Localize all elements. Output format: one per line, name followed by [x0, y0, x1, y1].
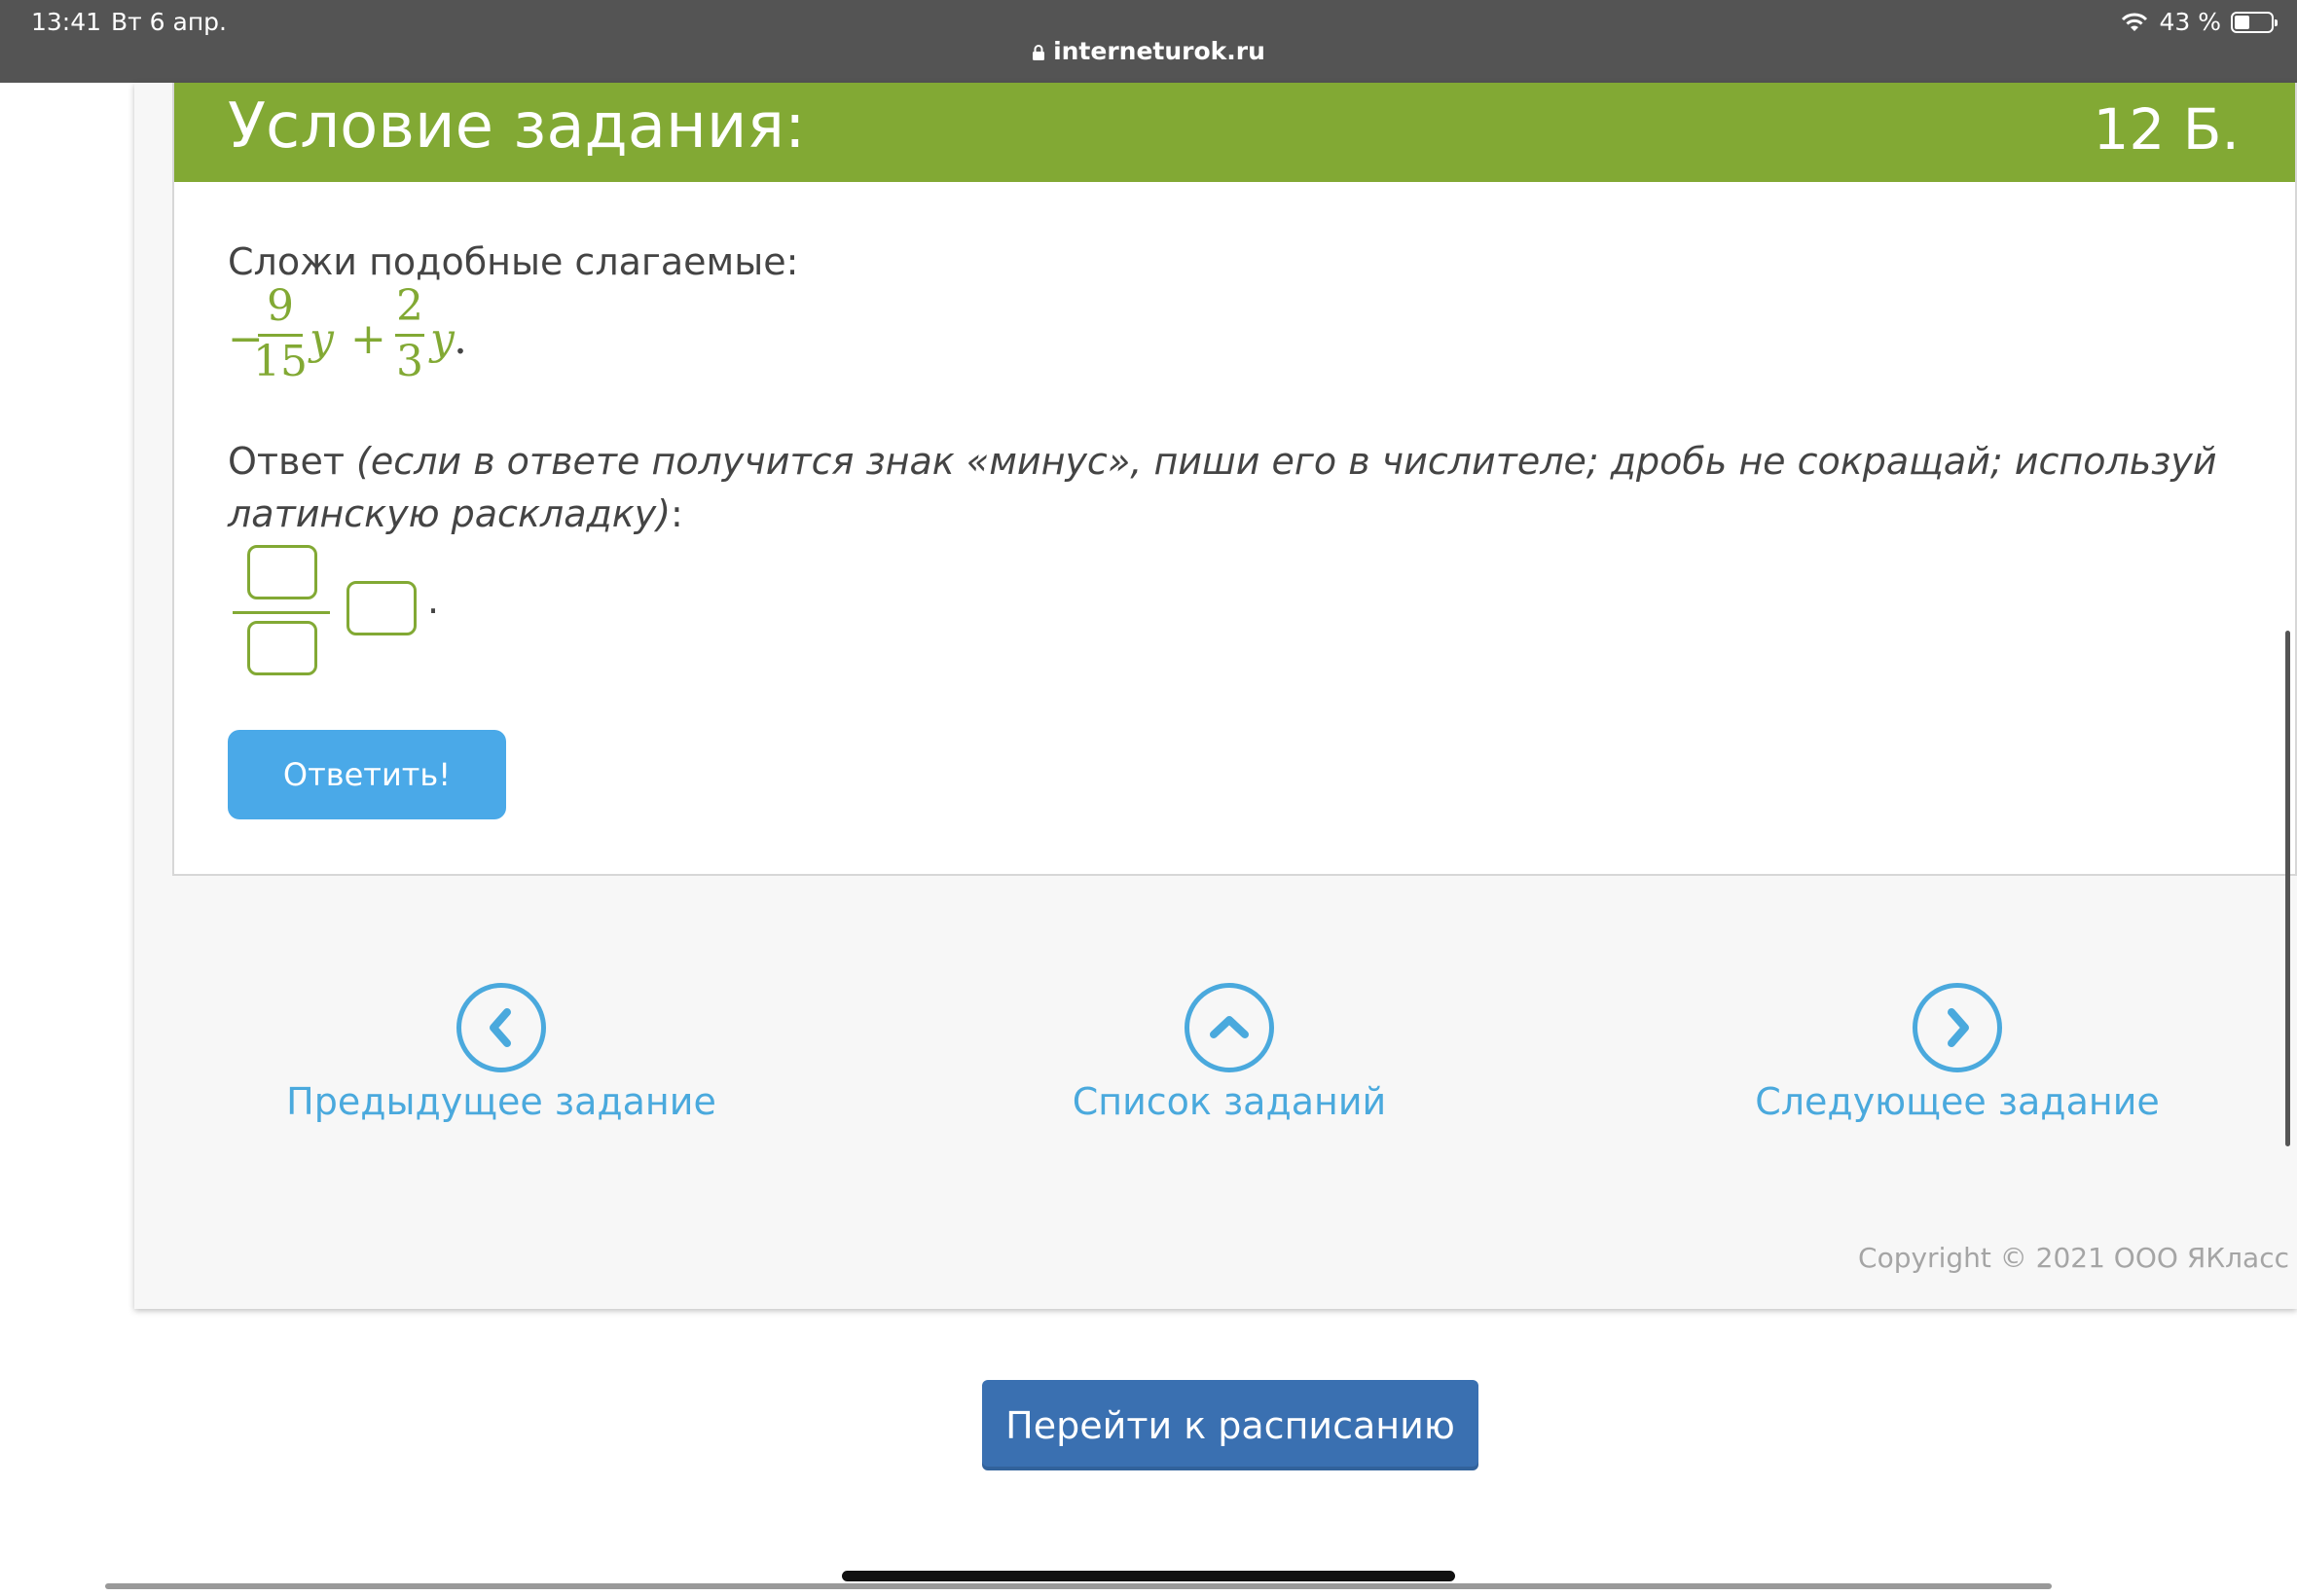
horizontal-scrollbar[interactable] [105, 1583, 2052, 1589]
answer-instructions: Ответ (если в ответе получится знак «мин… [228, 435, 2281, 540]
answer-hint-text: (если в ответе получится знак «минус», п… [228, 440, 2217, 535]
fraction-1-denominator: 15 [253, 337, 308, 386]
home-indicator[interactable] [842, 1571, 1455, 1581]
formula-variable-1: y [310, 314, 334, 364]
task-score: 12 Б. [2093, 96, 2240, 163]
formula-fraction-1: 9 15 [253, 285, 308, 383]
formula-period: . [454, 314, 467, 364]
chevron-up-icon [1210, 1016, 1249, 1038]
battery-percent: 43 % [2159, 8, 2221, 36]
denominator-input[interactable] [247, 621, 317, 675]
task-prompt: Сложи подобные слагаемые: [228, 240, 799, 283]
fraction-1-numerator: 9 [267, 281, 294, 331]
next-task-button[interactable] [1913, 983, 2002, 1072]
status-right: 43 % [2120, 8, 2278, 36]
wifi-icon [2122, 13, 2148, 31]
status-date: Вт 6 апр. [111, 8, 227, 36]
task-list-link[interactable]: Список заданий [937, 1080, 1521, 1123]
fraction-2-denominator: 3 [396, 337, 423, 386]
previous-task-link[interactable]: Предыдущее задание [209, 1080, 793, 1123]
answer-label: Ответ [228, 440, 357, 483]
status-time: 13:41 [31, 8, 102, 36]
browser-status-bar: 13:41 Вт 6 апр. 43 % interneturok.ru [0, 0, 2297, 83]
variable-input[interactable] [346, 581, 417, 635]
numerator-input[interactable] [247, 545, 317, 599]
task-list-button[interactable] [1185, 983, 1274, 1072]
formula-plus: + [350, 314, 386, 364]
answer-fraction-bar [233, 611, 330, 614]
lock-icon [1033, 45, 1045, 60]
answer-colon: : [671, 492, 683, 535]
previous-task-button[interactable] [456, 983, 546, 1072]
fraction-2-numerator: 2 [396, 281, 423, 331]
formula-variable-2: y [430, 314, 455, 364]
go-to-schedule-button[interactable]: Перейти к расписанию [982, 1380, 1478, 1470]
chevron-left-icon [490, 1008, 511, 1047]
answer-period: . [427, 579, 440, 622]
url-text: interneturok.ru [1053, 37, 1265, 65]
battery-icon [2231, 11, 2278, 33]
chevron-right-icon [1948, 1008, 1969, 1047]
vertical-scrollbar[interactable] [2285, 631, 2290, 1146]
copyright-text: Copyright © 2021 ООО ЯКласс [1858, 1242, 2289, 1274]
next-task-link[interactable]: Следующее задание [1665, 1080, 2249, 1123]
address-bar[interactable]: interneturok.ru [0, 37, 2297, 65]
task-header: Условие задания: 12 Б. [174, 83, 2295, 182]
submit-answer-button[interactable]: Ответить! [228, 730, 506, 819]
battery-level [2235, 15, 2250, 29]
formula-fraction-2: 2 3 [395, 285, 424, 383]
task-card: Условие задания: 12 Б. Сложи подобные сл… [172, 83, 2297, 876]
task-title: Условие задания: [228, 91, 806, 163]
